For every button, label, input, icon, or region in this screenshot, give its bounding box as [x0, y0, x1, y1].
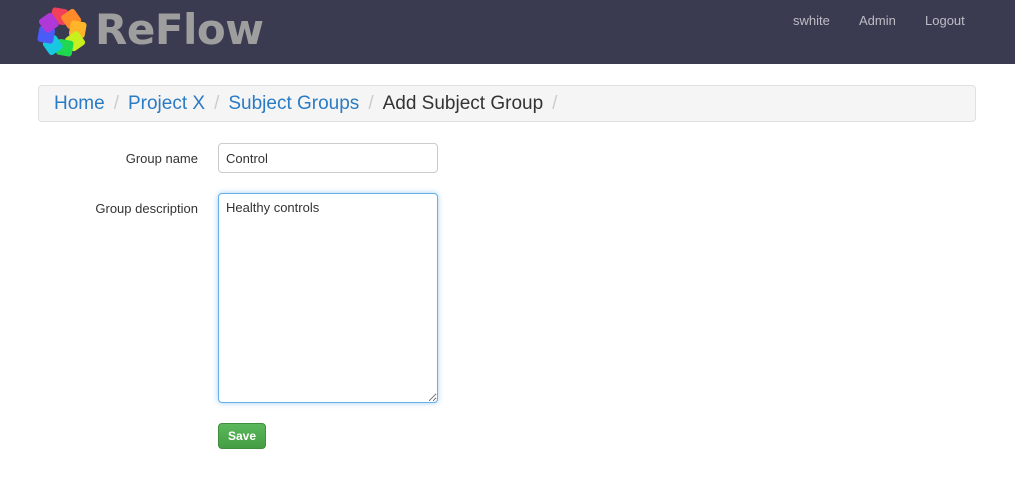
group-description-label: Group description	[95, 201, 198, 216]
breadcrumb-subject-groups[interactable]: Subject Groups	[228, 93, 359, 114]
breadcrumb-home[interactable]: Home	[54, 93, 105, 114]
breadcrumb-separator: /	[214, 93, 220, 114]
reflow-logo-icon[interactable]	[36, 6, 88, 58]
navbar: ReFlow swhite Admin Logout	[0, 0, 1015, 64]
group-name-input[interactable]	[218, 143, 438, 173]
breadcrumb: Home / Project X / Subject Groups / Add Subjec…	[38, 85, 976, 122]
nav-user-link[interactable]: swhite	[793, 13, 830, 28]
breadcrumb-project[interactable]: Project X	[128, 93, 205, 114]
nav-admin-link[interactable]: Admin	[859, 13, 896, 28]
breadcrumb-separator: /	[552, 93, 558, 114]
group-description-textarea[interactable]: Healthy controls	[218, 193, 438, 403]
brand-name[interactable]: ReFlow	[95, 5, 264, 54]
breadcrumb-current: Add Subject Group	[382, 93, 544, 114]
breadcrumb-separator: /	[113, 93, 119, 114]
breadcrumb-separator: /	[368, 93, 374, 114]
save-button[interactable]: Save	[218, 423, 266, 449]
nav-logout-link[interactable]: Logout	[925, 13, 965, 28]
group-name-label: Group name	[125, 151, 198, 166]
